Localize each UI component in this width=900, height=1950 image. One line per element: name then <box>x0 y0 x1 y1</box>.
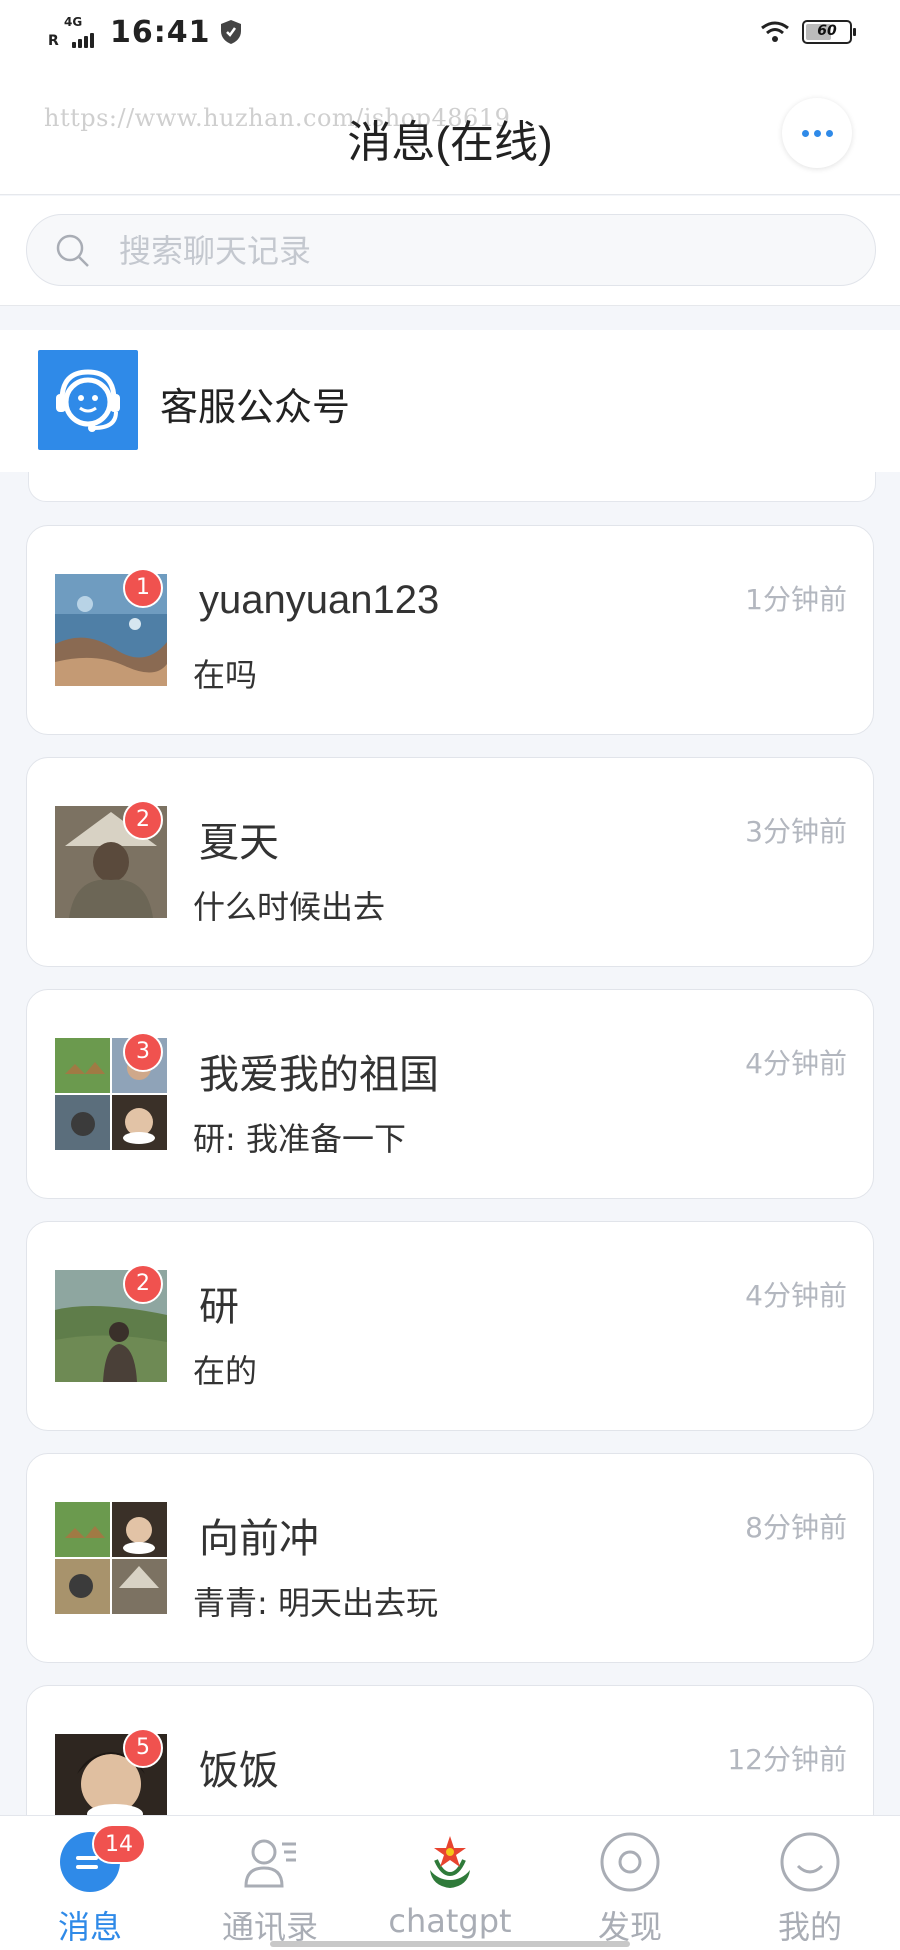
customer-service-avatar <box>38 350 138 450</box>
unread-badge: 1 <box>123 568 163 608</box>
chat-name: 我爱我的祖国 <box>199 1053 439 1097</box>
avatar <box>55 1502 167 1614</box>
chat-time: 3分钟前 <box>745 815 847 848</box>
security-shield-icon <box>220 20 241 44</box>
unread-badge: 3 <box>123 1032 163 1072</box>
chat-item[interactable]: 3 我爱我的祖国 研: 我准备一下 4分钟前 <box>26 989 874 1199</box>
chat-time: 12分钟前 <box>727 1743 847 1776</box>
more-dots-icon <box>801 129 809 137</box>
partial-card <box>28 472 876 502</box>
chat-item[interactable]: 1 yuanyuan123 在吗 1分钟前 <box>26 525 874 735</box>
wifi-icon <box>761 21 789 42</box>
nav-item-profile[interactable]: 我的 <box>720 1816 900 1950</box>
chat-name: 夏天 <box>199 821 279 865</box>
chat-last-message: 在的 <box>193 1352 258 1390</box>
nav-item-chatgpt[interactable]: chatgpt <box>360 1816 540 1950</box>
status-left: R 4G 16:41 <box>46 14 243 50</box>
bottom-nav: 14 消息 通讯录 chatgpt 发现 我的 <box>0 1815 900 1950</box>
battery-icon: 60 <box>802 20 856 44</box>
status-right: 60 <box>760 20 856 44</box>
chat-item[interactable]: 2 夏天 什么时候出去 3分钟前 <box>26 757 874 967</box>
nav-label: 消息 <box>57 1908 122 1946</box>
customer-service-label: 客服公众号 <box>160 385 351 429</box>
unread-badge: 5 <box>123 1728 163 1768</box>
nav-item-messages[interactable]: 14 消息 <box>0 1816 180 1950</box>
more-options-button[interactable] <box>782 98 852 168</box>
chat-name: 饭饭 <box>199 1749 279 1793</box>
battery-level: 60 <box>817 23 837 39</box>
profile-icon <box>780 1832 840 1892</box>
chat-time: 4分钟前 <box>745 1279 847 1312</box>
chat-last-message: 青青: 明天出去玩 <box>193 1584 438 1622</box>
chat-name: 研 <box>199 1285 239 1329</box>
roaming-indicator: R <box>48 33 59 49</box>
chat-name: 向前冲 <box>199 1517 319 1561</box>
search-icon <box>56 234 89 267</box>
nav-label: chatgpt <box>388 1902 512 1940</box>
discover-icon <box>600 1832 660 1892</box>
header: https://www.huzhan.com/ishop48619 消息(在线) <box>0 70 900 195</box>
customer-service-row[interactable]: 客服公众号 <box>0 330 900 472</box>
status-time: 16:41 <box>110 14 211 50</box>
unread-badge: 2 <box>123 800 163 840</box>
chat-item[interactable]: 2 研 在的 4分钟前 <box>26 1221 874 1431</box>
search-input[interactable] <box>119 223 819 279</box>
chat-time: 4分钟前 <box>745 1047 847 1080</box>
chatgpt-logo-icon <box>430 1836 470 1888</box>
page-title: 消息(在线) <box>347 118 553 167</box>
home-indicator <box>270 1941 630 1947</box>
chat-last-message: 什么时候出去 <box>193 888 386 926</box>
chat-time: 1分钟前 <box>745 583 847 616</box>
chat-name: yuanyuan123 <box>199 578 440 622</box>
cellular-signal-icon: R 4G <box>46 14 102 50</box>
unread-badge: 2 <box>123 1264 163 1304</box>
nav-unread-badge: 14 <box>92 1824 146 1864</box>
contacts-icon <box>244 1839 296 1888</box>
network-type: 4G <box>64 15 83 29</box>
customer-service-headset-icon <box>56 369 120 432</box>
chat-item[interactable]: 向前冲 青青: 明天出去玩 8分钟前 <box>26 1453 874 1663</box>
chat-last-message: 在吗 <box>193 656 258 694</box>
nav-item-discover[interactable]: 发现 <box>540 1816 720 1950</box>
nav-item-contacts[interactable]: 通讯录 <box>180 1816 360 1950</box>
search-box[interactable] <box>26 214 876 286</box>
search-area <box>0 196 900 306</box>
chat-time: 8分钟前 <box>745 1511 847 1544</box>
nav-label: 我的 <box>777 1908 842 1946</box>
status-bar: R 4G 16:41 60 <box>0 0 900 70</box>
chat-last-message: 研: 我准备一下 <box>193 1120 406 1158</box>
